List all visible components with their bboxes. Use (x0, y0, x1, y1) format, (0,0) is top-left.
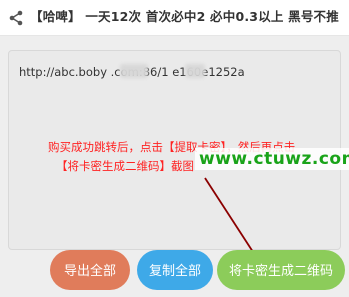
screen: 【哈啤】 一天12次 首次必中2 必中0.3以上 黑号不推 http://abc… (0, 0, 349, 297)
share-icon[interactable] (8, 10, 24, 26)
export-all-button[interactable]: 导出全部 (50, 250, 130, 290)
generate-qr-button[interactable]: 将卡密生成二维码 (217, 250, 345, 290)
watermark-text: www.ctuwz.com (195, 148, 349, 170)
redacted-patch (185, 64, 205, 78)
copy-all-button[interactable]: 复制全部 (137, 250, 213, 290)
page-title: 【哈啤】 一天12次 首次必中2 必中0.3以上 黑号不推 (30, 9, 339, 24)
header-bar: 【哈啤】 一天12次 首次必中2 必中0.3以上 黑号不推 (0, 0, 349, 36)
redacted-patch (120, 64, 148, 78)
